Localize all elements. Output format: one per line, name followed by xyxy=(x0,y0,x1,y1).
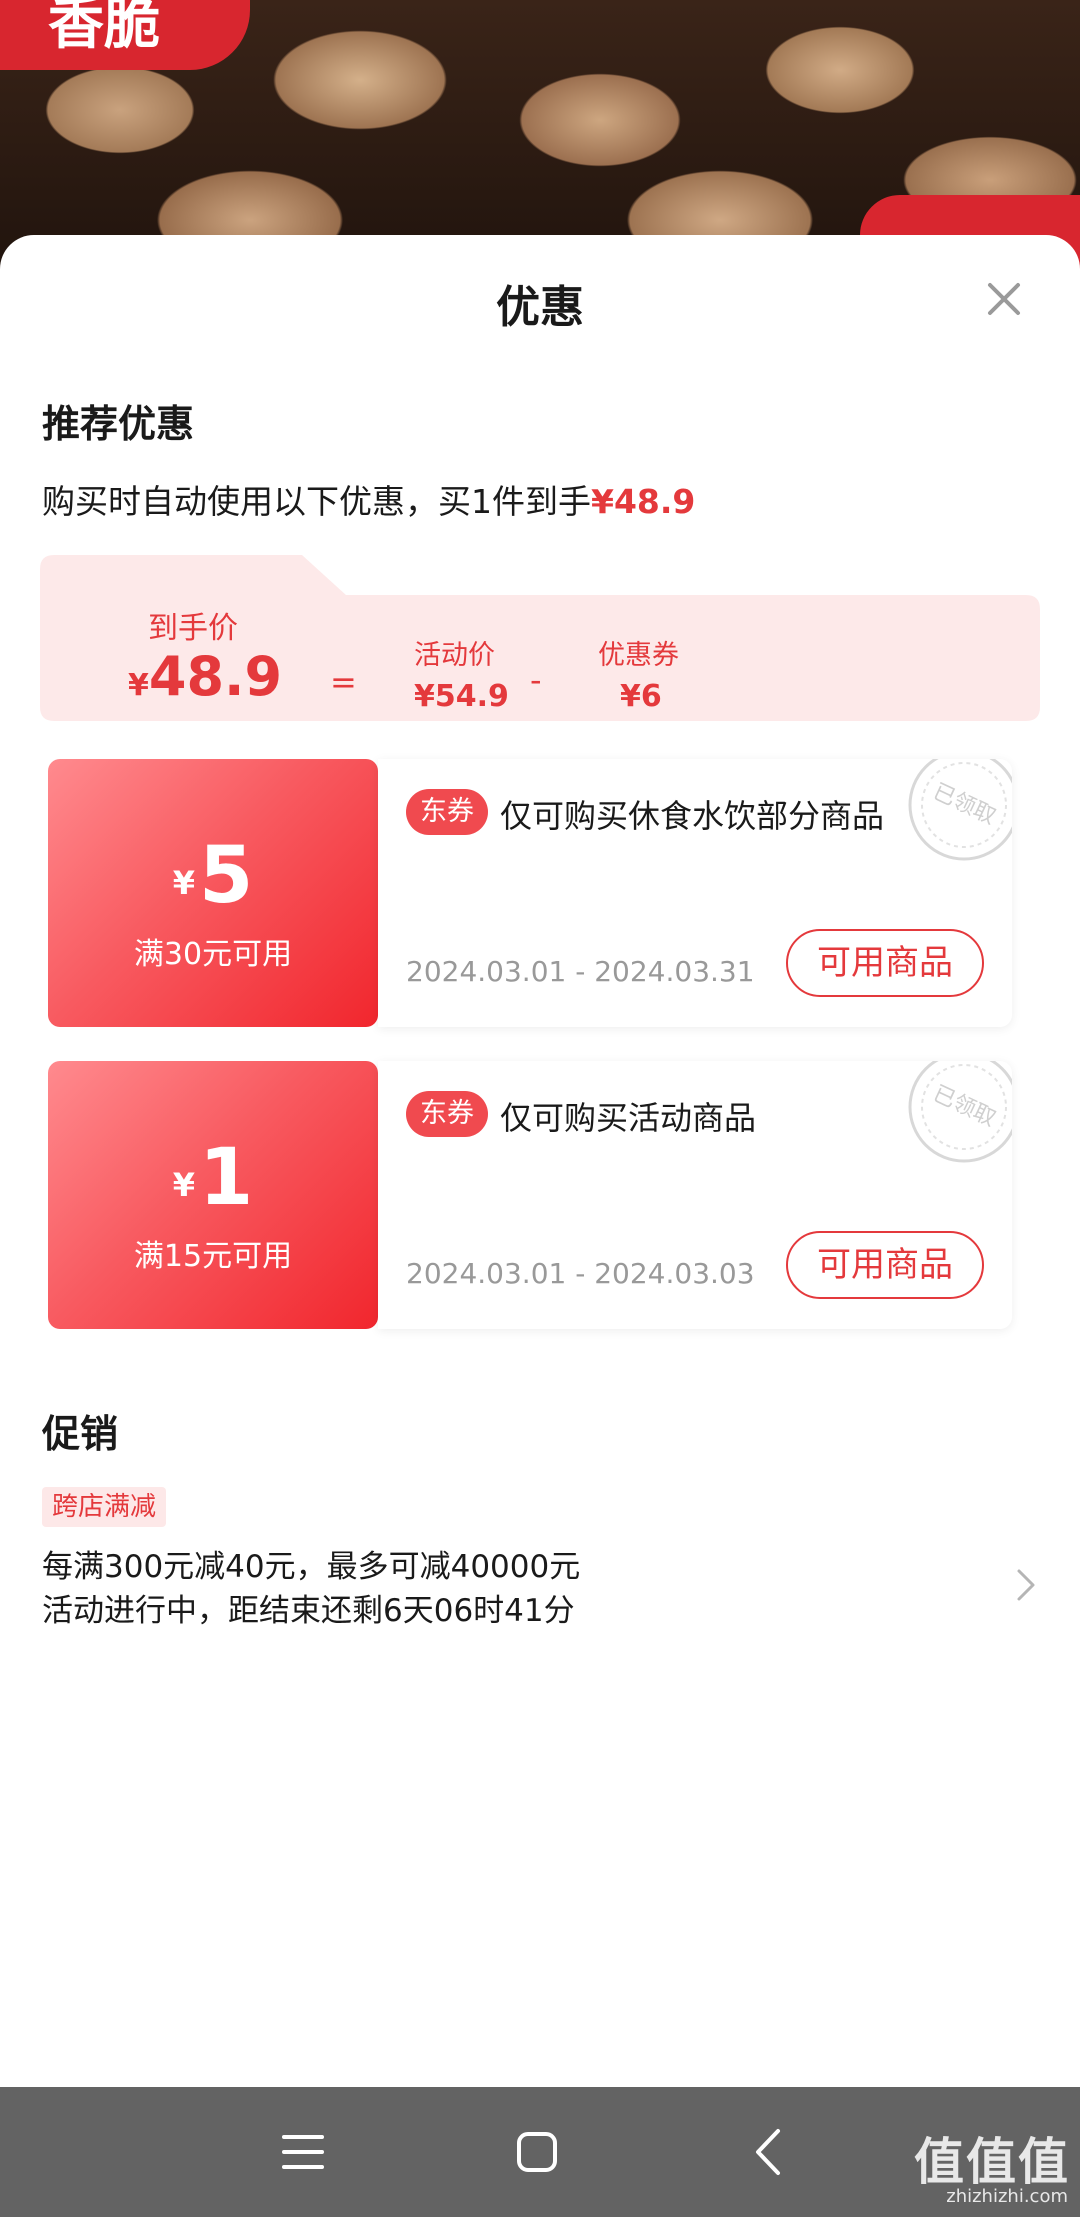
coupon-description: 仅可购买活动商品 xyxy=(500,1099,757,1137)
coupon-type-tag: 东券 xyxy=(406,789,488,835)
final-price-value: 48.9 xyxy=(148,645,283,708)
watermark-site: zhizhizhi.com xyxy=(946,2186,1068,2207)
coupon-type-tag: 东券 xyxy=(406,1091,488,1137)
activity-price: ¥54.9 xyxy=(414,679,509,714)
coupon-amount: ¥5 xyxy=(48,831,378,921)
coupon-card: ¥5 满30元可用 东券 仅可购买休食水饮部分商品 2024.03.01 - 2… xyxy=(48,759,1012,1027)
recommend-section-title: 推荐优惠 xyxy=(42,402,195,446)
coupon-value-block: ¥5 满30元可用 xyxy=(48,759,378,1027)
recent-apps-icon[interactable] xyxy=(266,2115,340,2189)
coupon-validity-date: 2024.03.01 - 2024.03.03 xyxy=(406,1257,755,1290)
usable-goods-button[interactable]: 可用商品 xyxy=(786,929,984,997)
coupon-condition: 满30元可用 xyxy=(133,937,293,972)
claimed-stamp-icon: 已领取 xyxy=(908,1061,1012,1163)
auto-apply-label: 购买时自动使用以下优惠，买1件到手 xyxy=(42,482,591,521)
coupon-discount-price: ¥6 xyxy=(620,679,662,714)
promotion-tag: 跨店满减 xyxy=(42,1487,167,1527)
coupon-value-block: ¥1 满15元可用 xyxy=(48,1061,378,1329)
equals-sign: = xyxy=(330,663,357,701)
coupon-currency: ¥ xyxy=(172,1166,195,1204)
coupon-amount: ¥1 xyxy=(48,1133,378,1223)
home-icon[interactable] xyxy=(500,2115,574,2189)
coupon-amount-value: 5 xyxy=(198,831,254,921)
coupon-currency: ¥ xyxy=(172,864,195,902)
close-icon[interactable] xyxy=(980,275,1028,323)
auto-apply-price: ¥48.9 xyxy=(591,482,696,521)
sheet-title: 优惠 xyxy=(496,282,584,333)
coupon-condition: 满15元可用 xyxy=(133,1239,293,1274)
auto-apply-text: 购买时自动使用以下优惠，买1件到手¥48.9 xyxy=(42,475,695,523)
coupon-discount-label: 优惠券 xyxy=(598,640,679,671)
product-image-stamp: 香脆 xyxy=(0,0,250,70)
coupon-info-block: 东券 仅可购买休食水饮部分商品 2024.03.01 - 2024.03.31 … xyxy=(378,759,1012,1027)
final-price: ¥48.9 xyxy=(128,645,282,708)
coupon-amount-value: 1 xyxy=(198,1133,254,1223)
coupon-info-block: 东券 仅可购买活动商品 2024.03.01 - 2024.03.03 可用商品… xyxy=(378,1061,1012,1329)
discount-sheet: 优惠 推荐优惠 购买时自动使用以下优惠，买1件到手¥48.9 到手价 ¥48.9… xyxy=(0,235,1080,2087)
final-price-currency: ¥ xyxy=(128,668,149,703)
claimed-stamp-text: 已领取 xyxy=(929,1081,999,1132)
coupon-card: ¥1 满15元可用 东券 仅可购买活动商品 2024.03.01 - 2024.… xyxy=(48,1061,1012,1329)
back-icon[interactable] xyxy=(732,2115,806,2189)
price-breakdown-panel: 到手价 ¥48.9 = 活动价 ¥54.9 - 优惠券 ¥6 xyxy=(40,555,1040,721)
claimed-stamp-icon: 已领取 xyxy=(908,759,1012,861)
promotion-section-title: 促销 xyxy=(42,1412,119,1456)
watermark-logo: 值值值 xyxy=(914,2133,1070,2191)
chevron-right-icon[interactable] xyxy=(1014,1567,1038,1603)
coupon-description: 仅可购买休食水饮部分商品 xyxy=(500,797,885,835)
promotion-countdown-text[interactable]: 活动进行中，距结束还剩6天06时41分 xyxy=(42,1585,575,1630)
minus-sign: - xyxy=(530,661,542,699)
claimed-stamp-text: 已领取 xyxy=(929,779,999,830)
coupon-validity-date: 2024.03.01 - 2024.03.31 xyxy=(406,955,755,988)
promotion-rule-text[interactable]: 每满300元减40元，最多可减40000元 xyxy=(42,1541,580,1586)
activity-price-label: 活动价 xyxy=(414,640,495,671)
final-price-label: 到手价 xyxy=(148,611,238,646)
usable-goods-button[interactable]: 可用商品 xyxy=(786,1231,984,1299)
